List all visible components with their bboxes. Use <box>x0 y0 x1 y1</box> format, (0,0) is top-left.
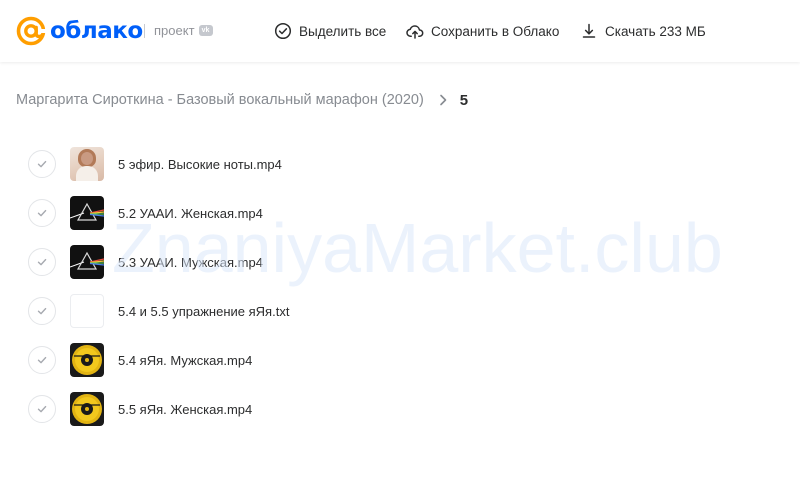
file-row[interactable]: 5.5 яЯя. Женская.mp4 <box>28 391 768 427</box>
chevron-right-icon <box>439 94 447 106</box>
row-select-checkbox[interactable] <box>28 199 56 227</box>
prism-image <box>70 202 104 221</box>
row-select-checkbox[interactable] <box>28 150 56 178</box>
row-select-checkbox[interactable] <box>28 297 56 325</box>
file-name: 5.5 яЯя. Женская.mp4 <box>118 401 253 417</box>
check-icon <box>37 160 47 168</box>
at-sign-logo-icon <box>16 16 46 46</box>
logo-wordmark: облако <box>50 18 143 44</box>
save-to-cloud-button[interactable]: Сохранить в Облако <box>406 21 559 41</box>
vk-badge-icon: vk <box>198 25 213 36</box>
download-button[interactable]: Скачать 233 МБ <box>580 21 706 41</box>
select-all-label: Выделить все <box>299 23 387 39</box>
check-circle-icon <box>274 22 292 40</box>
select-all-button[interactable]: Выделить все <box>274 21 386 41</box>
file-name: 5.3 УААИ. Мужская.mp4 <box>118 254 263 270</box>
logo-divider <box>144 24 145 38</box>
row-select-checkbox[interactable] <box>28 346 56 374</box>
check-icon <box>37 307 47 315</box>
video-thumbnail <box>70 343 104 377</box>
file-name: 5.4 яЯя. Мужская.mp4 <box>118 352 253 368</box>
top-header: облако проект vk Выделить все Сохранить … <box>0 0 800 62</box>
file-row[interactable]: 5.3 УААИ. Мужская.mp4 <box>28 244 768 280</box>
breadcrumb-parent-folder[interactable]: Маргарита Сироткина - Базовый вокальный … <box>16 92 424 108</box>
document-thumbnail <box>70 294 104 328</box>
download-icon <box>582 23 596 38</box>
project-label: проект <box>154 23 195 38</box>
check-icon <box>37 258 47 266</box>
file-name: 5 эфир. Высокие ноты.mp4 <box>118 156 282 172</box>
save-to-cloud-label: Сохранить в Облако <box>431 23 560 39</box>
video-thumbnail <box>70 147 104 181</box>
file-row[interactable]: 5.2 УААИ. Женская.mp4 <box>28 195 768 231</box>
row-select-checkbox[interactable] <box>28 248 56 276</box>
video-thumbnail <box>70 392 104 426</box>
vinyl-disc-image <box>72 394 102 424</box>
check-icon <box>37 209 47 217</box>
vinyl-disc-image <box>72 345 102 375</box>
file-name: 5.2 УААИ. Женская.mp4 <box>118 205 263 221</box>
cloud-upload-icon <box>406 25 424 39</box>
video-thumbnail <box>70 245 104 279</box>
check-icon <box>37 405 47 413</box>
row-select-checkbox[interactable] <box>28 395 56 423</box>
project-label-group: проект vk <box>154 23 213 38</box>
file-name: 5.4 и 5.5 упражнение яЯя.txt <box>118 303 290 319</box>
prism-image <box>70 251 104 270</box>
file-row[interactable]: 5 эфир. Высокие ноты.mp4 <box>28 146 768 182</box>
cloud-logo[interactable]: облако <box>16 16 143 46</box>
breadcrumb-current-folder: 5 <box>459 91 469 109</box>
check-icon <box>37 356 47 364</box>
breadcrumb: Маргарита Сироткина - Базовый вокальный … <box>16 90 468 110</box>
download-label: Скачать 233 МБ <box>605 23 706 39</box>
file-row[interactable]: 5.4 яЯя. Мужская.mp4 <box>28 342 768 378</box>
file-row[interactable]: 5.4 и 5.5 упражнение яЯя.txt <box>28 293 768 329</box>
video-thumbnail <box>70 196 104 230</box>
